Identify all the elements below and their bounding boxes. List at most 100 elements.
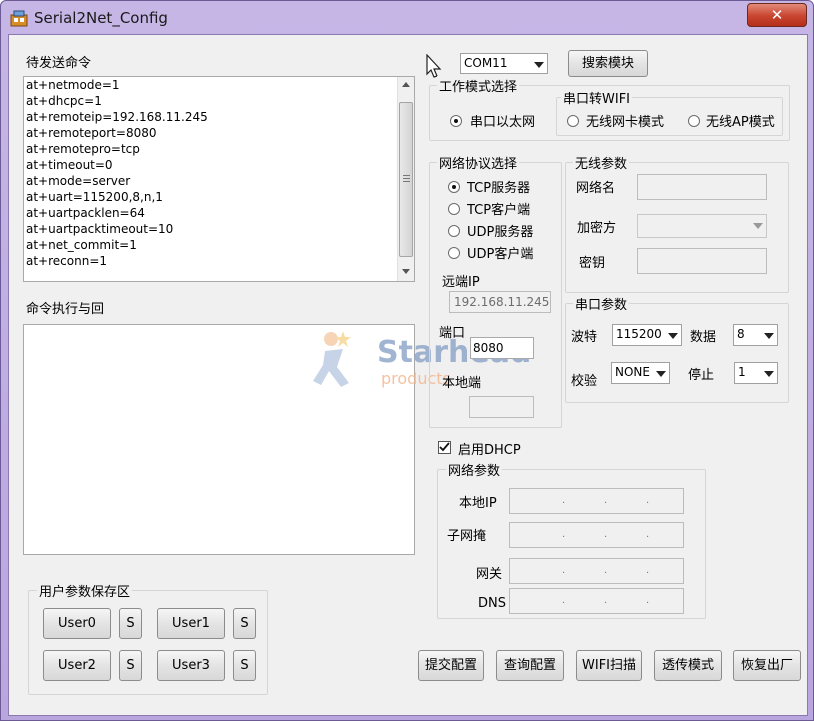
baud-select[interactable]: 115200 xyxy=(612,324,682,346)
command-line: at+uart=115200,8,n,1 xyxy=(26,190,163,204)
factory-reset-button[interactable]: 恢复出厂 xyxy=(733,650,801,681)
serial-params-title: 串口参数 xyxy=(573,294,630,313)
gateway-input[interactable]: ... xyxy=(509,558,684,584)
subnet-input[interactable]: ... xyxy=(509,522,684,548)
encryption-select[interactable] xyxy=(637,214,767,238)
radio-udp-server[interactable] xyxy=(448,225,460,237)
command-line: at+netmode=1 xyxy=(26,78,120,92)
query-config-button[interactable]: 查询配置 xyxy=(496,650,564,681)
udp-client-label: UDP客户端 xyxy=(467,247,534,262)
user-params-title: 用户参数保存区 xyxy=(37,581,133,600)
transparent-mode-button[interactable]: 透传模式 xyxy=(654,650,722,681)
user0-save-button[interactable]: S xyxy=(119,608,142,639)
stop-bits-value: 1 xyxy=(738,365,746,379)
command-line: at+timeout=0 xyxy=(26,158,113,172)
chevron-down-icon[interactable] xyxy=(530,55,546,72)
local-ip-input[interactable]: ... xyxy=(509,488,684,514)
data-bits-value: 8 xyxy=(737,327,745,341)
chevron-down-icon[interactable] xyxy=(760,364,776,382)
network-params-title: 网络参数 xyxy=(446,460,503,479)
submit-config-button[interactable]: 提交配置 xyxy=(418,650,484,681)
command-list: at+netmode=1 at+dhcpc=1 at+remoteip=192.16… xyxy=(24,77,396,269)
ssid-input[interactable] xyxy=(637,174,767,200)
port-label: 端口 xyxy=(439,326,466,341)
baud-label: 波特 xyxy=(571,330,598,345)
radio-tcp-server[interactable] xyxy=(448,181,460,193)
radio-tcp-client[interactable] xyxy=(448,203,460,215)
ip-separator: . xyxy=(562,595,566,606)
user0-button[interactable]: User0 xyxy=(43,608,111,639)
chevron-down-icon[interactable] xyxy=(760,326,776,344)
scroll-thumb[interactable] xyxy=(399,102,413,257)
stop-bits-select[interactable]: 1 xyxy=(734,362,778,384)
work-mode-title: 工作模式选择 xyxy=(437,76,520,95)
parity-select[interactable]: NONE xyxy=(611,362,670,384)
user1-save-button[interactable]: S xyxy=(233,608,256,639)
local-port-input[interactable] xyxy=(469,396,534,418)
command-line: at+uartpacklen=64 xyxy=(26,206,145,220)
search-module-button[interactable]: 搜索模块 xyxy=(568,50,648,77)
data-bits-label: 数据 xyxy=(690,330,717,345)
user3-save-button[interactable]: S xyxy=(233,650,256,681)
key-input[interactable] xyxy=(637,248,767,274)
dns-input[interactable]: ... xyxy=(509,588,684,614)
radio-udp-client[interactable] xyxy=(448,247,460,259)
ip-separator: . xyxy=(646,565,650,576)
serial-params-group xyxy=(565,303,789,403)
pending-commands-textarea[interactable]: at+netmode=1 at+dhcpc=1 at+remoteip=192.16… xyxy=(23,76,415,282)
chevron-down-icon[interactable] xyxy=(652,364,668,382)
user1-button[interactable]: User1 xyxy=(157,608,225,639)
window-title: Serial2Net_Config xyxy=(34,9,168,27)
user2-button[interactable]: User2 xyxy=(43,650,111,681)
user3-button[interactable]: User3 xyxy=(157,650,225,681)
subnet-label: 子网掩 xyxy=(447,529,487,544)
wifi-scan-button[interactable]: WIFI扫描 xyxy=(576,650,642,681)
baud-value: 115200 xyxy=(616,327,662,341)
app-icon xyxy=(10,10,28,27)
port-input[interactable]: 8080 xyxy=(470,337,534,359)
scroll-up-icon[interactable] xyxy=(402,82,410,87)
stop-bits-label: 停止 xyxy=(688,368,715,383)
scroll-down-icon[interactable] xyxy=(402,269,410,274)
radio-wifi-card[interactable] xyxy=(567,115,579,127)
title-bar[interactable]: Serial2Net_Config ✕ xyxy=(1,1,813,35)
client-area: 待发送命令 at+netmode=1 at+dhcpc=1 at+remoteip=… xyxy=(8,34,808,716)
ip-separator: . xyxy=(646,595,650,606)
command-line: at+remotepro=tcp xyxy=(26,142,140,156)
data-bits-select[interactable]: 8 xyxy=(733,324,778,346)
com-port-select[interactable]: COM11 xyxy=(460,53,548,74)
ip-separator: . xyxy=(562,495,566,506)
chevron-down-icon[interactable] xyxy=(664,326,680,344)
ip-separator: . xyxy=(604,495,608,506)
command-line: at+remoteip=192.168.11.245 xyxy=(26,110,208,124)
tcp-client-label: TCP客户端 xyxy=(467,203,531,218)
chevron-down-icon[interactable] xyxy=(749,216,765,236)
ssid-label: 网络名 xyxy=(576,181,616,196)
local-ip-label: 本地IP xyxy=(459,496,497,511)
remote-ip-label: 远端IP xyxy=(442,275,480,290)
vertical-scrollbar[interactable] xyxy=(397,77,414,281)
ip-separator: . xyxy=(646,495,650,506)
command-line: at+net_commit=1 xyxy=(26,238,137,252)
ip-separator: . xyxy=(562,565,566,576)
checkmark-icon xyxy=(439,442,450,452)
gateway-label: 网关 xyxy=(476,567,503,582)
ip-separator: . xyxy=(604,529,608,540)
radio-serial-ethernet[interactable] xyxy=(450,115,462,127)
udp-server-label: UDP服务器 xyxy=(467,225,534,240)
wireless-title: 无线参数 xyxy=(573,153,630,172)
runner-icon xyxy=(313,331,351,387)
dhcp-checkbox[interactable] xyxy=(438,441,451,454)
close-button[interactable]: ✕ xyxy=(747,3,807,27)
user2-save-button[interactable]: S xyxy=(119,650,142,681)
ip-separator: . xyxy=(646,529,650,540)
remote-ip-input[interactable]: 192.168.11.245 xyxy=(449,291,551,313)
radio-wifi-ap[interactable] xyxy=(688,115,700,127)
tcp-server-label: TCP服务器 xyxy=(467,181,531,196)
local-port-label: 本地端 xyxy=(442,376,482,391)
serial-wifi-title: 串口转WIFI xyxy=(561,88,632,107)
wifi-ap-label: 无线AP模式 xyxy=(706,115,775,130)
window: Serial2Net_Config ✕ 待发送命令 at+netmode=1 at… xyxy=(0,0,814,721)
dns-label: DNS xyxy=(478,596,506,611)
command-line: at+dhcpc=1 xyxy=(26,94,102,108)
